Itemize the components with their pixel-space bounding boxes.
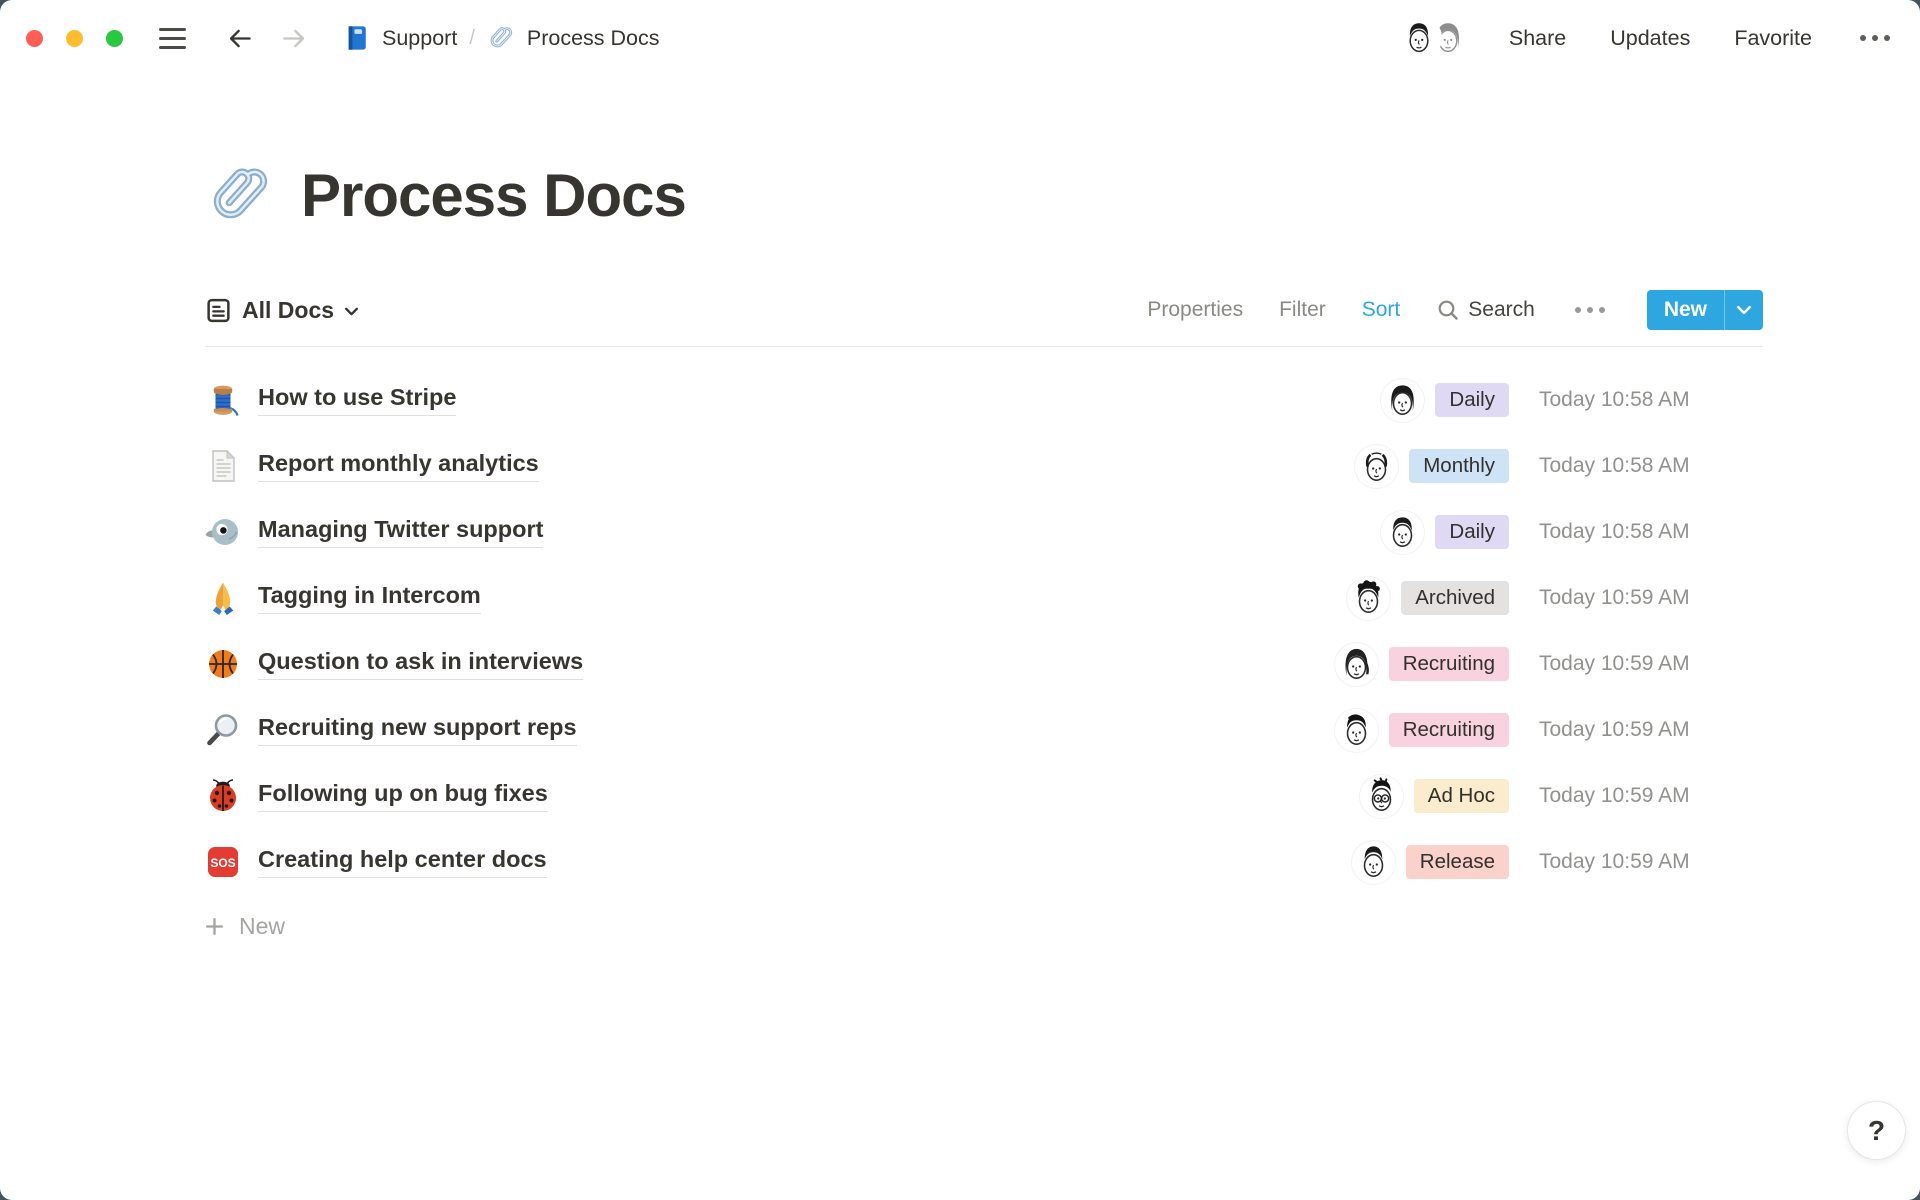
doc-title-link[interactable]: Report monthly analytics xyxy=(258,450,539,482)
doc-title-link[interactable]: How to use Stripe xyxy=(258,384,456,416)
last-edited-time: Today 10:58 AM xyxy=(1539,388,1763,412)
chevron-down-icon xyxy=(1736,304,1752,316)
avatar xyxy=(1398,17,1440,59)
minimize-window-button[interactable] xyxy=(66,30,83,47)
breadcrumb: Support / Process Docs xyxy=(342,23,660,53)
status-badge[interactable]: Daily xyxy=(1435,383,1509,417)
bird-emoji-icon xyxy=(205,514,241,550)
last-edited-time: Today 10:59 AM xyxy=(1539,586,1763,610)
doc-title-link[interactable]: Following up on bug fixes xyxy=(258,780,548,812)
avatar xyxy=(1347,577,1390,620)
breadcrumb-label: Process Docs xyxy=(527,26,660,51)
help-question-mark: ? xyxy=(1868,1115,1885,1147)
table-row[interactable]: Recruiting new support reps Recruiting T… xyxy=(205,697,1763,763)
table-row[interactable]: How to use Stripe Daily Today 10:58 AM xyxy=(205,367,1763,433)
view-switcher-all-docs[interactable]: All Docs xyxy=(205,297,359,324)
add-new-row-button[interactable]: New xyxy=(205,895,1763,957)
status-badge[interactable]: Daily xyxy=(1435,515,1509,549)
table-row[interactable]: Report monthly analytics Monthly Today 1… xyxy=(205,433,1763,499)
sos-emoji-icon xyxy=(205,844,241,880)
new-button-group: New xyxy=(1647,290,1763,330)
plus-icon xyxy=(205,917,224,936)
doc-list-icon xyxy=(205,297,232,324)
avatar xyxy=(1352,841,1395,884)
paperclip-emoji-icon xyxy=(487,23,517,53)
praying-hands-emoji-icon xyxy=(205,580,241,616)
page-emoji-icon xyxy=(205,448,241,484)
thread-spool-emoji-icon xyxy=(205,382,241,418)
chevron-down-icon xyxy=(344,306,359,317)
collaborator-avatars xyxy=(1398,17,1469,59)
window-controls xyxy=(26,30,123,47)
last-edited-time: Today 10:58 AM xyxy=(1539,454,1763,478)
avatar xyxy=(1381,379,1424,422)
page-title[interactable]: Process Docs xyxy=(301,161,686,230)
search-button[interactable]: Search xyxy=(1436,298,1535,322)
doc-title-link[interactable]: Question to ask in interviews xyxy=(258,648,583,680)
avatar xyxy=(1355,445,1398,488)
status-badge[interactable]: Ad Hoc xyxy=(1414,779,1509,813)
basketball-emoji-icon xyxy=(205,646,241,682)
search-label: Search xyxy=(1468,298,1535,322)
search-icon xyxy=(1436,298,1460,322)
view-toolbar: All Docs Properties Filter Sort Search N… xyxy=(205,288,1763,332)
properties-button[interactable]: Properties xyxy=(1147,298,1243,322)
avatar xyxy=(1381,511,1424,554)
avatar xyxy=(1360,775,1403,818)
doc-title-link[interactable]: Creating help center docs xyxy=(258,846,547,878)
magnifier-emoji-icon xyxy=(205,712,241,748)
status-badge[interactable]: Recruiting xyxy=(1389,647,1509,681)
breadcrumb-item-support[interactable]: Support xyxy=(342,23,457,53)
close-window-button[interactable] xyxy=(26,30,43,47)
forward-arrow-icon[interactable] xyxy=(281,25,308,52)
sort-button[interactable]: Sort xyxy=(1362,298,1401,322)
table-row[interactable]: Creating help center docs Release Today … xyxy=(205,829,1763,895)
status-badge[interactable]: Recruiting xyxy=(1389,713,1509,747)
more-options-icon[interactable] xyxy=(1856,31,1894,45)
sidebar-menu-icon[interactable] xyxy=(159,28,186,49)
last-edited-time: Today 10:59 AM xyxy=(1539,652,1763,676)
page-content: Process Docs All Docs Properties Filter … xyxy=(0,158,1920,957)
table-row[interactable]: Managing Twitter support Daily Today 10:… xyxy=(205,499,1763,565)
table-row[interactable]: Following up on bug fixes Ad Hoc Today 1… xyxy=(205,763,1763,829)
table-more-options-icon[interactable] xyxy=(1571,303,1609,317)
page-paperclip-emoji-icon[interactable] xyxy=(205,158,279,232)
top-bar: Support / Process Docs Share Updates Fav… xyxy=(0,0,1920,76)
doc-title-link[interactable]: Managing Twitter support xyxy=(258,516,543,548)
avatar xyxy=(1335,709,1378,752)
table-row[interactable]: Tagging in Intercom Archived Today 10:59… xyxy=(205,565,1763,631)
breadcrumb-separator: / xyxy=(469,27,475,50)
add-new-row-label: New xyxy=(239,913,285,940)
status-badge[interactable]: Monthly xyxy=(1409,449,1509,483)
back-arrow-icon[interactable] xyxy=(226,25,253,52)
status-badge[interactable]: Release xyxy=(1406,845,1509,879)
table-row[interactable]: Question to ask in interviews Recruiting… xyxy=(205,631,1763,697)
status-badge[interactable]: Archived xyxy=(1401,581,1509,615)
docs-table: How to use Stripe Daily Today 10:58 AM R… xyxy=(205,367,1763,895)
app-window: Support / Process Docs Share Updates Fav… xyxy=(0,0,1920,1200)
ladybug-emoji-icon xyxy=(205,778,241,814)
last-edited-time: Today 10:58 AM xyxy=(1539,520,1763,544)
breadcrumb-item-process-docs[interactable]: Process Docs xyxy=(487,23,660,53)
breadcrumb-label: Support xyxy=(382,26,457,51)
doc-title-link[interactable]: Tagging in Intercom xyxy=(258,582,481,614)
new-button[interactable]: New xyxy=(1647,290,1724,330)
new-dropdown-button[interactable] xyxy=(1724,290,1763,330)
table-top-divider xyxy=(205,346,1763,347)
share-button[interactable]: Share xyxy=(1509,26,1566,51)
last-edited-time: Today 10:59 AM xyxy=(1539,718,1763,742)
updates-button[interactable]: Updates xyxy=(1610,26,1690,51)
favorite-button[interactable]: Favorite xyxy=(1734,26,1812,51)
filter-button[interactable]: Filter xyxy=(1279,298,1326,322)
last-edited-time: Today 10:59 AM xyxy=(1539,850,1763,874)
last-edited-time: Today 10:59 AM xyxy=(1539,784,1763,808)
doc-title-link[interactable]: Recruiting new support reps xyxy=(258,714,577,746)
zoom-window-button[interactable] xyxy=(106,30,123,47)
avatar xyxy=(1335,643,1378,686)
help-button[interactable]: ? xyxy=(1847,1101,1906,1160)
blue-book-emoji-icon xyxy=(342,23,372,53)
view-label: All Docs xyxy=(242,297,334,324)
